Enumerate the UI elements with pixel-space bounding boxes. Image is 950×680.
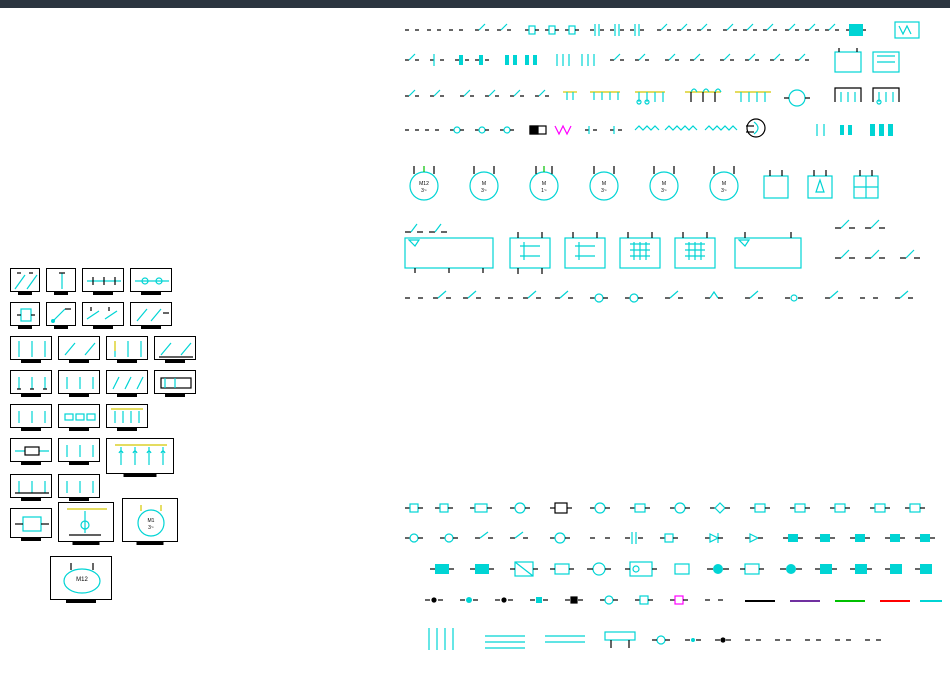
palette-motor-block[interactable]: M13~	[122, 498, 178, 542]
motor-sub: 3~	[594, 188, 614, 194]
motor-symbol[interactable]: M3~	[644, 164, 684, 204]
motor-sub: 3~	[714, 188, 734, 194]
palette-block[interactable]	[58, 474, 100, 498]
palette-block[interactable]	[10, 438, 52, 462]
motor-label: M12	[414, 181, 434, 187]
palette-block[interactable]	[10, 404, 52, 428]
motor-symbol[interactable]: M123~	[404, 164, 444, 204]
palette-block[interactable]	[58, 404, 100, 428]
palette-block[interactable]	[10, 474, 52, 498]
motor-label: M	[714, 181, 734, 187]
wire-color-black	[745, 600, 775, 602]
palette-block[interactable]	[154, 370, 196, 394]
motor-sub: 3~	[474, 188, 494, 194]
motor-sub: 3~	[654, 188, 674, 194]
palette-block[interactable]	[130, 268, 172, 292]
palette-block[interactable]	[58, 370, 100, 394]
wire-color-green	[835, 600, 865, 602]
motor-label: M12	[69, 577, 95, 583]
palette-block[interactable]	[10, 302, 40, 326]
palette-block[interactable]	[10, 268, 40, 292]
motor-sub: 3~	[414, 188, 434, 194]
drawing-canvas[interactable]: M13~ M12 M123~ M3~ M1~ M3~ M3~ M3~	[0, 8, 950, 680]
palette-block[interactable]	[58, 336, 100, 360]
palette-block[interactable]	[46, 268, 76, 292]
motor-sub: 1~	[534, 188, 554, 194]
palette-motor-block[interactable]: M12	[50, 556, 112, 600]
motor-row: M123~ M3~ M1~ M3~ M3~ M3~	[404, 164, 944, 208]
rect-modules-row[interactable]	[405, 218, 943, 274]
wire-color-violet	[790, 600, 820, 602]
palette-block[interactable]	[106, 404, 148, 428]
motor-symbol[interactable]: M1~	[524, 164, 564, 204]
palette-block[interactable]	[130, 302, 172, 326]
palette-block[interactable]	[10, 508, 52, 538]
contact-row[interactable]	[405, 288, 943, 308]
title-bar	[0, 0, 950, 8]
symbol-field-lower[interactable]	[405, 498, 943, 678]
palette-block[interactable]	[106, 370, 148, 394]
palette-block[interactable]	[106, 336, 148, 360]
motor-label: M	[654, 181, 674, 187]
palette-block[interactable]	[10, 370, 52, 394]
motor-symbol[interactable]: M3~	[464, 164, 504, 204]
wire-color-cyan	[920, 600, 942, 602]
palette-block[interactable]	[58, 438, 100, 462]
palette-block[interactable]	[154, 336, 196, 360]
motor-label: M	[594, 181, 614, 187]
palette-block[interactable]	[82, 302, 124, 326]
wire-color-red	[880, 600, 910, 602]
palette-block[interactable]	[82, 268, 124, 292]
motor-symbol[interactable]: M3~	[584, 164, 624, 204]
palette-block[interactable]	[106, 438, 174, 474]
motor-label: M1	[141, 518, 161, 524]
palette-block[interactable]	[10, 336, 52, 360]
palette-block[interactable]	[46, 302, 76, 326]
motor-label: M	[474, 181, 494, 187]
palette-block[interactable]	[58, 502, 114, 542]
motor-label: M	[534, 181, 554, 187]
motor-sub: 3~	[141, 525, 161, 531]
motor-symbol[interactable]: M3~	[704, 164, 744, 204]
